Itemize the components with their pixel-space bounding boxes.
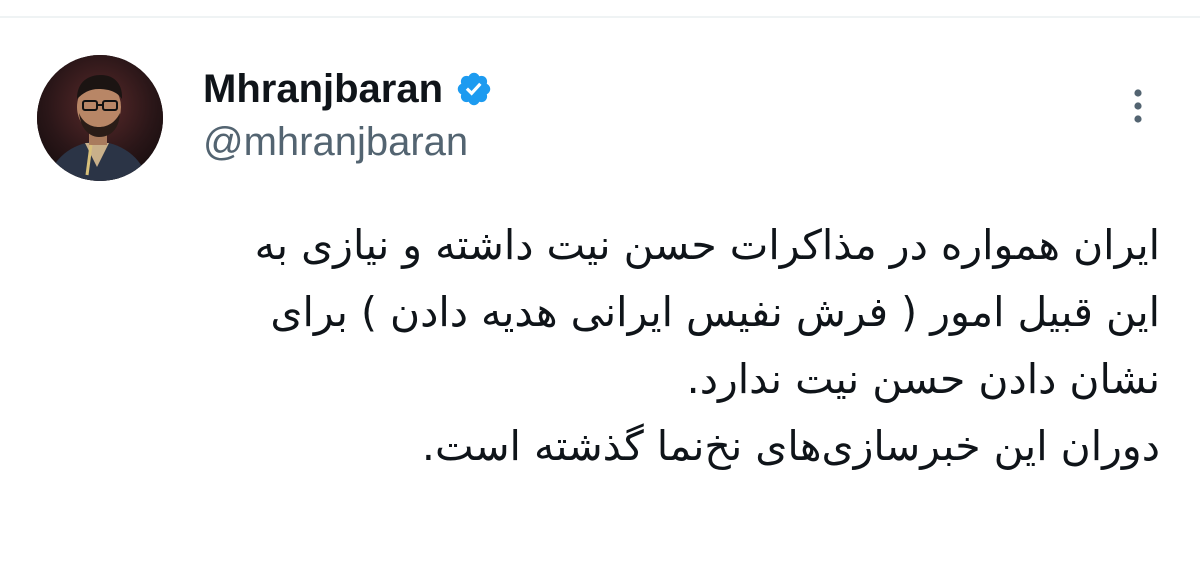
more-vertical-icon: [1134, 89, 1142, 123]
avatar[interactable]: [37, 55, 163, 181]
avatar-photo: [37, 55, 163, 181]
tweet-text-line: این قبیل امور ( فرش نفیس ایرانی هدیه داد…: [270, 288, 1160, 336]
username[interactable]: @mhranjbaran: [203, 120, 468, 165]
author-row: Mhranjbaran: [203, 62, 493, 116]
tweet-card: Mhranjbaran @mhranjbaran ایران همواره در…: [0, 0, 1200, 561]
more-options-button[interactable]: [1118, 82, 1158, 130]
tweet-text-line: دوران این خبرسازی‌های نخ‌نما گذشته است.: [421, 422, 1160, 470]
verified-badge-icon: [455, 70, 493, 108]
tweet-text: ایران همواره در مذاکرات حسن نیت داشته و …: [160, 212, 1160, 480]
tweet-text-line: نشان دادن حسن نیت ندارد.: [686, 355, 1160, 403]
display-name[interactable]: Mhranjbaran: [203, 67, 443, 112]
tweet-text-line: ایران همواره در مذاکرات حسن نیت داشته و …: [254, 221, 1160, 269]
top-divider: [0, 16, 1200, 18]
